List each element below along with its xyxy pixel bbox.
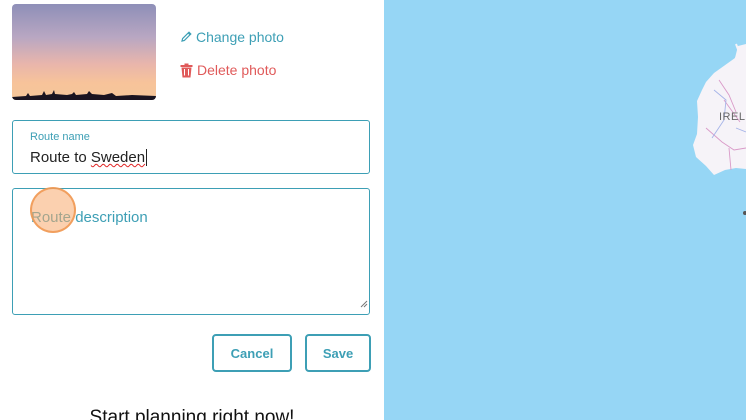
skyline-silhouette [12,90,156,100]
route-name-field[interactable]: Route name Route to Sweden [12,120,370,174]
map-country-label: IREL [719,111,746,123]
route-editor-panel: Change photo Delete photo Route name Rou… [0,0,384,420]
route-name-text: Route to [30,149,91,166]
trash-icon [180,63,193,78]
route-description-placeholder: Route description [31,209,148,226]
delete-photo-link[interactable]: Delete photo [180,62,276,78]
route-name-misspelled-word: Sweden [90,149,146,166]
route-map[interactable]: IREL [384,0,746,420]
pencil-icon [180,31,192,43]
route-name-label: Route name [30,131,90,143]
map-landmass [693,43,746,215]
route-photo [12,4,156,100]
delete-photo-label: Delete photo [197,62,277,78]
route-description-field[interactable]: Route description [12,188,370,315]
change-photo-link[interactable]: Change photo [180,29,284,45]
start-planning-heading: Start planning right now! [89,407,295,420]
route-name-value[interactable]: Route to Sweden [30,149,148,166]
cancel-button[interactable]: Cancel [212,334,292,372]
resize-handle-icon[interactable] [359,295,368,313]
save-button[interactable]: Save [305,334,371,372]
change-photo-label: Change photo [196,29,284,45]
